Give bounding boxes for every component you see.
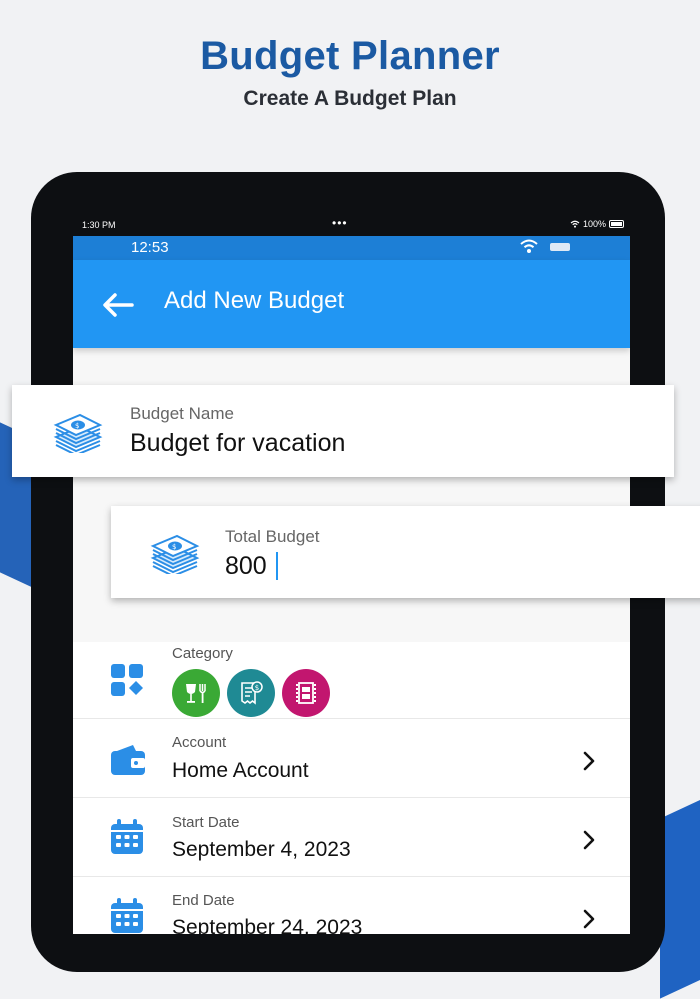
- text-cursor: [276, 552, 278, 580]
- money-stack-icon: $: [53, 413, 103, 453]
- multitask-dots-icon: •••: [332, 216, 348, 230]
- battery-icon: [609, 220, 624, 228]
- account-row[interactable]: Account Home Account: [73, 719, 630, 798]
- budget-name-value[interactable]: Budget for vacation: [130, 429, 345, 458]
- film-icon[interactable]: [282, 669, 330, 717]
- promo-title: Budget Planner: [200, 34, 500, 78]
- calendar-icon: [111, 819, 143, 854]
- svg-text:$: $: [172, 543, 176, 551]
- tablet-battery-percent: 100%: [582, 219, 606, 229]
- svg-text:$: $: [255, 684, 259, 692]
- chevron-right-icon[interactable]: [579, 829, 599, 851]
- bill-icon[interactable]: $: [227, 669, 275, 717]
- account-label: Account: [172, 734, 227, 751]
- total-budget-label: Total Budget: [225, 527, 320, 546]
- budget-name-field[interactable]: $ Budget Name Budget for vacation: [12, 385, 674, 477]
- chevron-right-icon[interactable]: [579, 908, 599, 930]
- background-shape-right: [660, 781, 700, 999]
- tablet-status-time: 1:30 PM: [82, 220, 116, 230]
- phone-status-bar: 12:53: [73, 236, 630, 260]
- calendar-icon: [111, 898, 143, 933]
- tablet-battery: 100%: [570, 219, 624, 229]
- battery-icon: [550, 243, 570, 251]
- total-budget-value[interactable]: 800: [225, 552, 267, 581]
- food-drink-icon[interactable]: [172, 669, 220, 717]
- category-row[interactable]: Category $: [73, 642, 630, 719]
- category-label: Category: [172, 645, 233, 662]
- end-date-value: September 24, 2023: [172, 916, 363, 934]
- budget-name-label: Budget Name: [130, 404, 234, 423]
- tablet-status-bar: 1:30 PM ••• 100%: [80, 216, 624, 232]
- wifi-icon: [520, 239, 538, 253]
- total-budget-field[interactable]: $ Total Budget 800: [111, 506, 700, 598]
- money-stack-icon: $: [150, 534, 200, 574]
- wifi-icon: [570, 220, 580, 228]
- start-date-value: September 4, 2023: [172, 838, 351, 861]
- page-title: Add New Budget: [164, 287, 345, 314]
- app-bar: Add New Budget: [73, 260, 630, 348]
- promo-subtitle: Create A Budget Plan: [243, 87, 457, 110]
- arrow-left-icon[interactable]: [101, 292, 135, 318]
- category-grid-icon: [111, 664, 143, 696]
- svg-text:$: $: [75, 422, 79, 430]
- budget-settings-list: Category $ Account Home Account Start Da…: [73, 642, 630, 934]
- start-date-label: Start Date: [172, 814, 240, 831]
- account-value: Home Account: [172, 759, 309, 782]
- phone-status-time: 12:53: [131, 239, 169, 256]
- start-date-row[interactable]: Start Date September 4, 2023: [73, 798, 630, 877]
- wallet-icon: [111, 745, 145, 775]
- chevron-right-icon[interactable]: [579, 750, 599, 772]
- end-date-label: End Date: [172, 892, 235, 909]
- end-date-row[interactable]: End Date September 24, 2023: [73, 877, 630, 934]
